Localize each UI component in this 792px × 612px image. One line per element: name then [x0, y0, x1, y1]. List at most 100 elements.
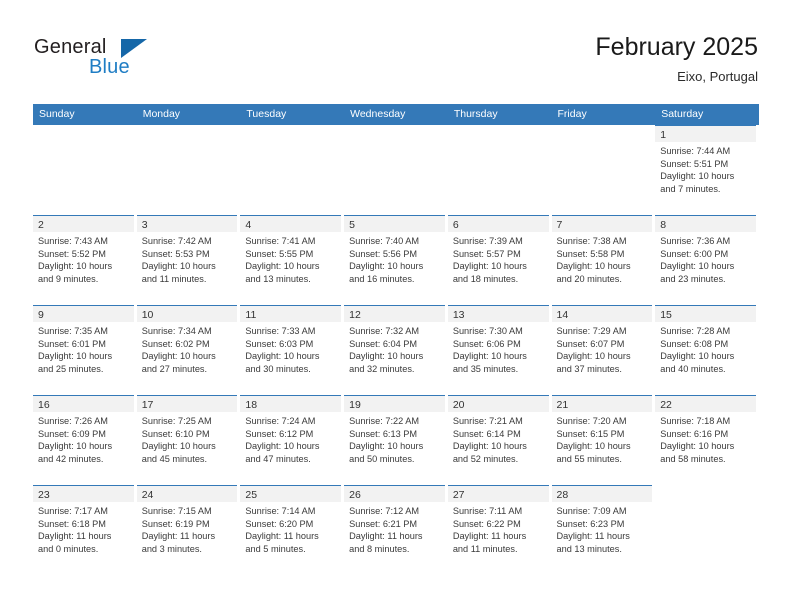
calendar-day-cell[interactable]: 21 Sunrise: 7:20 AM Sunset: 6:15 PM Dayligh…: [551, 395, 656, 485]
calendar-day-cell-empty: [33, 125, 137, 215]
calendar-week-row: 23 Sunrise: 7:17 AM Sunset: 6:18 PM Dayligh…: [33, 485, 759, 575]
day-number: 19: [349, 399, 361, 411]
calendar-day-cell[interactable]: 17 Sunrise: 7:25 AM Sunset: 6:10 PM Dayligh…: [136, 395, 241, 485]
calendar-day-cell[interactable]: 23 Sunrise: 7:17 AM Sunset: 6:18 PM Dayligh…: [33, 485, 137, 575]
day-number-band: 9: [33, 306, 134, 322]
calendar-day-cell[interactable]: 19 Sunrise: 7:22 AM Sunset: 6:13 PM Dayligh…: [344, 395, 448, 485]
sunset-time: Sunset: 6:19 PM: [141, 518, 210, 529]
daylight-duration-line2: and 55 minutes.: [556, 454, 622, 465]
day-number-band: 2: [33, 216, 134, 232]
daylight-duration-line1: Daylight: 10 hours: [245, 441, 320, 452]
sunrise-time: Sunrise: 7:25 AM: [141, 416, 212, 426]
sunset-time: Sunset: 6:15 PM: [556, 428, 625, 439]
calendar-day-cell[interactable]: 24 Sunrise: 7:15 AM Sunset: 6:19 PM Dayligh…: [136, 485, 241, 575]
daylight-duration-line2: and 27 minutes.: [141, 364, 208, 375]
day-number-band: 26: [344, 486, 445, 502]
calendar-day-cell[interactable]: 15 Sunrise: 7:28 AM Sunset: 6:08 PM Dayligh…: [655, 305, 759, 395]
day-number: 14: [556, 309, 569, 321]
calendar-day-cell-empty: [551, 125, 656, 215]
sunrise-time: Sunrise: 7:33 AM: [245, 326, 316, 336]
calendar-week-row: 2 Sunrise: 7:43 AM Sunset: 5:52 PM Daylight…: [33, 215, 759, 305]
sunset-time: Sunset: 6:16 PM: [660, 428, 729, 439]
sunrise-time: Sunrise: 7:32 AM: [349, 326, 420, 336]
calendar-day-cell[interactable]: 20 Sunrise: 7:21 AM Sunset: 6:14 PM Dayligh…: [447, 395, 552, 485]
day-number-band: 25: [240, 486, 342, 502]
day-number: 6: [452, 219, 459, 231]
cell-top-rule: [448, 125, 549, 126]
daylight-duration-line1: Daylight: 11 hours: [245, 531, 319, 542]
calendar-day-cell[interactable]: 12 Sunrise: 7:32 AM Sunset: 6:04 PM Dayligh…: [344, 305, 448, 395]
daylight-duration-line1: Daylight: 10 hours: [556, 441, 631, 452]
day-number-band: 22: [655, 396, 756, 412]
calendar-day-cell[interactable]: 4 Sunrise: 7:41 AM Sunset: 5:55 PM Daylight…: [240, 215, 345, 305]
sunset-time: Sunset: 6:04 PM: [349, 338, 418, 349]
calendar-day-cell[interactable]: 5 Sunrise: 7:40 AM Sunset: 5:56 PM Daylight…: [344, 215, 448, 305]
calendar-day-cell[interactable]: 10 Sunrise: 7:34 AM Sunset: 6:02 PM Dayligh…: [136, 305, 241, 395]
page-header: General Blue February 2025 Eixo, Portuga…: [0, 0, 792, 104]
sunset-time: Sunset: 6:22 PM: [452, 518, 521, 529]
day-number: 16: [38, 399, 50, 411]
calendar-day-cell[interactable]: 6 Sunrise: 7:39 AM Sunset: 5:57 PM Daylight…: [447, 215, 552, 305]
calendar-day-cell[interactable]: 3 Sunrise: 7:42 AM Sunset: 5:53 PM Daylight…: [136, 215, 241, 305]
sunset-time: Sunset: 6:06 PM: [452, 338, 521, 349]
daylight-duration-line1: Daylight: 11 hours: [38, 531, 112, 542]
sunrise-time: Sunrise: 7:12 AM: [349, 506, 420, 516]
day-number: 7: [556, 219, 563, 231]
day-number: 1: [660, 129, 667, 141]
day-details: Sunrise: 7:21 AM Sunset: 6:14 PM Daylight:…: [453, 415, 548, 466]
calendar-day-cell[interactable]: 11 Sunrise: 7:33 AM Sunset: 6:03 PM Dayligh…: [240, 305, 345, 395]
sunset-time: Sunset: 5:56 PM: [349, 248, 418, 259]
day-number-band: 17: [136, 396, 238, 412]
calendar-day-cell[interactable]: 2 Sunrise: 7:43 AM Sunset: 5:52 PM Daylight…: [33, 215, 137, 305]
day-details: Sunrise: 7:12 AM Sunset: 6:21 PM Daylight:…: [349, 505, 444, 556]
daylight-duration-line2: and 13 minutes.: [556, 544, 622, 555]
calendar-day-cell[interactable]: 22 Sunrise: 7:18 AM Sunset: 6:16 PM Dayligh…: [655, 395, 759, 485]
day-number-band: 24: [136, 486, 238, 502]
calendar-day-cell[interactable]: 1 Sunrise: 7:44 AM Sunset: 5:51 PM Daylight…: [655, 125, 759, 215]
calendar-day-cell[interactable]: 14 Sunrise: 7:29 AM Sunset: 6:07 PM Dayligh…: [551, 305, 656, 395]
day-details: Sunrise: 7:42 AM Sunset: 5:53 PM Daylight:…: [142, 235, 237, 286]
daylight-duration-line1: Daylight: 10 hours: [349, 441, 424, 452]
day-number-band: 27: [447, 486, 549, 502]
day-number: 25: [245, 489, 258, 501]
calendar-day-cell[interactable]: 8 Sunrise: 7:36 AM Sunset: 6:00 PM Daylight…: [655, 215, 759, 305]
sunset-time: Sunset: 5:52 PM: [38, 248, 106, 259]
day-details: Sunrise: 7:44 AM Sunset: 5:51 PM Daylight:…: [660, 145, 755, 196]
daylight-duration-line2: and 9 minutes.: [38, 274, 99, 285]
day-number: 20: [452, 399, 465, 411]
daylight-duration-line1: Daylight: 10 hours: [245, 351, 320, 362]
calendar-day-cell[interactable]: 7 Sunrise: 7:38 AM Sunset: 5:58 PM Daylight…: [551, 215, 656, 305]
general-blue-logo[interactable]: General Blue: [34, 36, 169, 82]
daylight-duration-line2: and 0 minutes.: [38, 544, 99, 555]
calendar-day-cell[interactable]: 16 Sunrise: 7:26 AM Sunset: 6:09 PM Dayligh…: [33, 395, 137, 485]
day-details: Sunrise: 7:25 AM Sunset: 6:10 PM Daylight:…: [142, 415, 237, 466]
calendar-day-cell[interactable]: 25 Sunrise: 7:14 AM Sunset: 6:20 PM Dayligh…: [240, 485, 345, 575]
day-number-band: 6: [447, 216, 549, 232]
day-details: Sunrise: 7:28 AM Sunset: 6:08 PM Daylight:…: [660, 325, 755, 376]
calendar-page: General Blue February 2025 Eixo, Portuga…: [0, 0, 792, 612]
daylight-duration-line1: Daylight: 11 hours: [452, 531, 527, 542]
calendar-day-cell[interactable]: 18 Sunrise: 7:24 AM Sunset: 6:12 PM Dayligh…: [240, 395, 345, 485]
daylight-duration-line1: Daylight: 10 hours: [141, 261, 216, 272]
calendar-day-cell[interactable]: 13 Sunrise: 7:30 AM Sunset: 6:06 PM Dayligh…: [447, 305, 552, 395]
sunrise-time: Sunrise: 7:26 AM: [38, 416, 108, 426]
day-details: Sunrise: 7:34 AM Sunset: 6:02 PM Daylight:…: [142, 325, 237, 376]
day-details: Sunrise: 7:32 AM Sunset: 6:04 PM Daylight:…: [349, 325, 444, 376]
calendar-day-cell[interactable]: 26 Sunrise: 7:12 AM Sunset: 6:21 PM Dayligh…: [344, 485, 448, 575]
sunrise-time: Sunrise: 7:29 AM: [556, 326, 627, 336]
day-number: 10: [141, 309, 154, 321]
calendar-day-cell[interactable]: 27 Sunrise: 7:11 AM Sunset: 6:22 PM Dayligh…: [447, 485, 552, 575]
day-details: Sunrise: 7:35 AM Sunset: 6:01 PM Daylight:…: [38, 325, 133, 376]
sunrise-time: Sunrise: 7:09 AM: [556, 506, 627, 516]
calendar-day-cell[interactable]: 9 Sunrise: 7:35 AM Sunset: 6:01 PM Daylight…: [33, 305, 137, 395]
calendar-day-cell[interactable]: 28 Sunrise: 7:09 AM Sunset: 6:23 PM Dayligh…: [551, 485, 656, 575]
day-number-band: 14: [551, 306, 653, 322]
sunset-time: Sunset: 6:13 PM: [349, 428, 418, 439]
calendar-day-cell-empty: [447, 125, 552, 215]
day-details: Sunrise: 7:43 AM Sunset: 5:52 PM Daylight:…: [38, 235, 133, 286]
daylight-duration-line2: and 16 minutes.: [349, 274, 415, 285]
sunset-time: Sunset: 5:51 PM: [660, 158, 729, 169]
sunrise-time: Sunrise: 7:43 AM: [38, 236, 108, 246]
daylight-duration-line2: and 52 minutes.: [452, 454, 519, 465]
daylight-duration-line1: Daylight: 10 hours: [556, 351, 631, 362]
